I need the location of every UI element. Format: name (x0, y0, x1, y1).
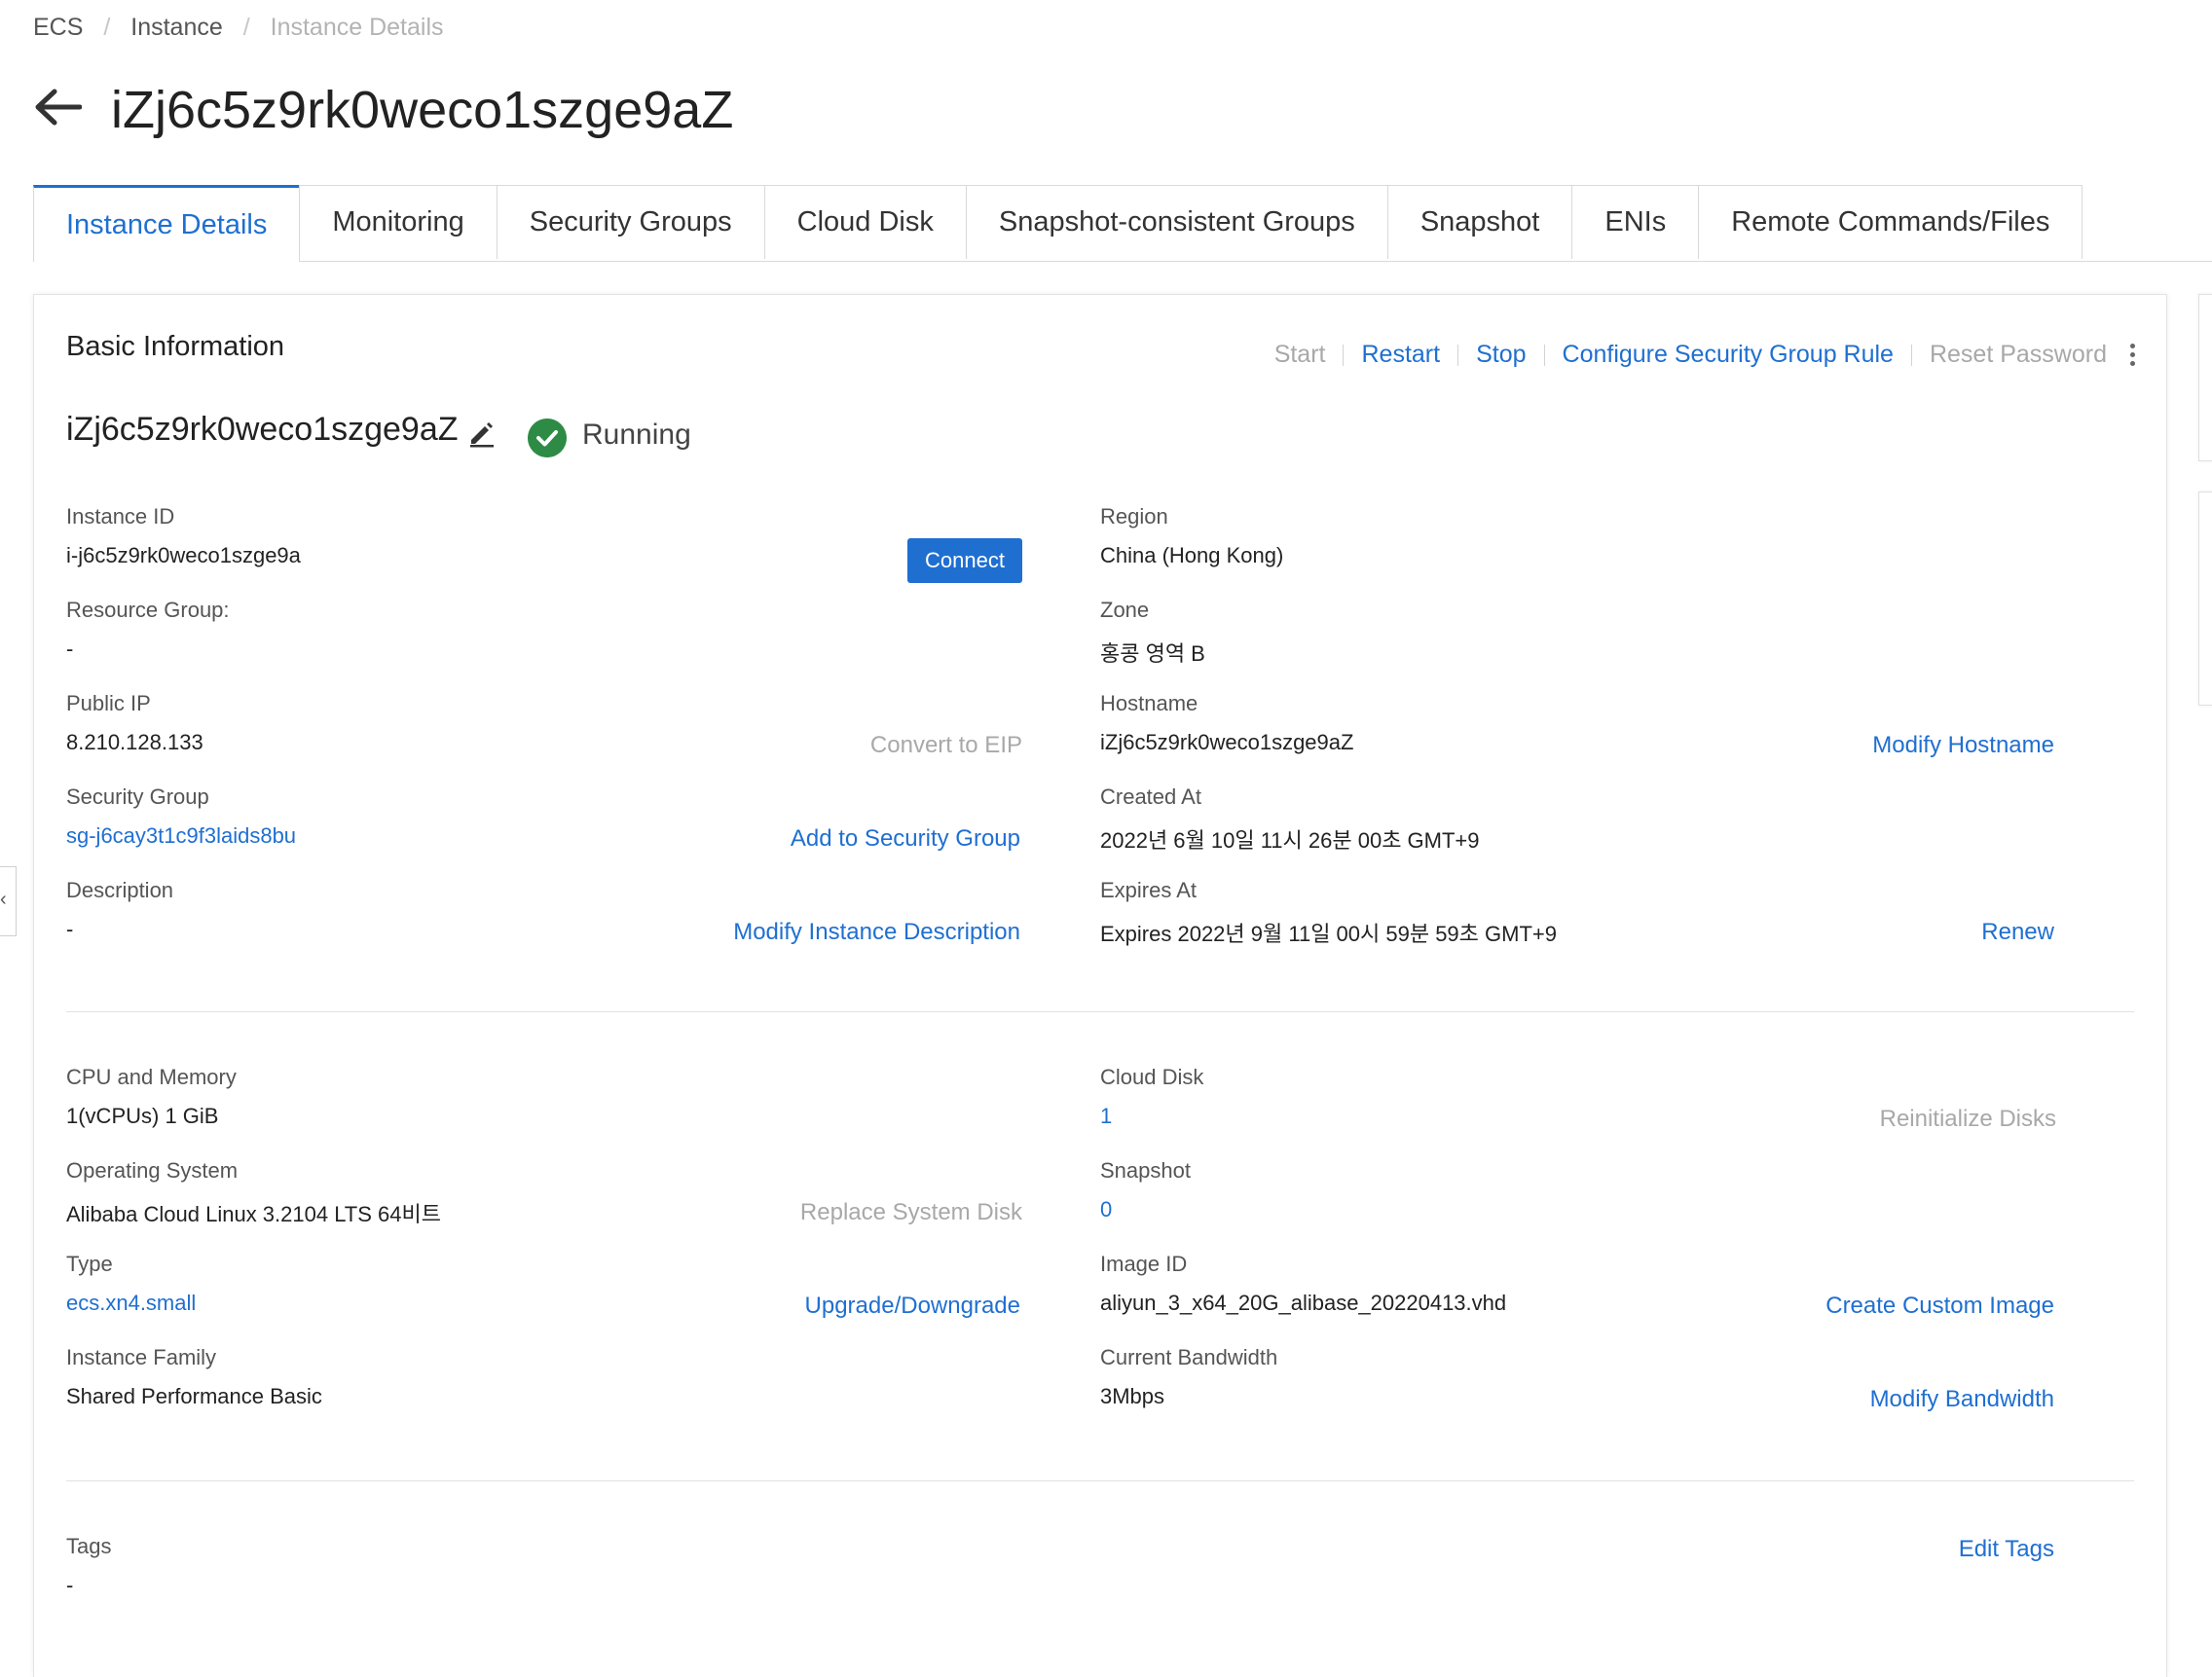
connect-button[interactable]: Connect (907, 538, 1022, 583)
tab-cloud-disk[interactable]: Cloud Disk (763, 185, 967, 259)
modify-instance-description-button[interactable]: Modify Instance Description (733, 919, 1020, 946)
created-at-label: Created At (1100, 784, 1201, 809)
action-divider (1457, 344, 1459, 366)
instance-family-value: Shared Performance Basic (66, 1384, 322, 1408)
current-bandwidth-label: Current Bandwidth (1100, 1345, 1278, 1369)
security-group-label: Security Group (66, 784, 209, 809)
reinitialize-disks-button[interactable]: Reinitialize Disks (1880, 1106, 2056, 1133)
tags-value: - (66, 1573, 74, 1597)
zone-value: 홍콩 영역 B (1100, 641, 1205, 666)
expires-at-value: Expires 2022년 9월 11일 00시 59분 59초 GMT+9 (1100, 922, 1557, 946)
breadcrumb-current: Instance Details (270, 14, 444, 41)
tab-remote-commands[interactable]: Remote Commands/Files (1698, 185, 2083, 259)
page-title: iZj6c5z9rk0weco1szge9aZ (111, 81, 734, 139)
region-label: Region (1100, 504, 1168, 529)
instance-id-label: Instance ID (66, 504, 175, 529)
modify-bandwidth-button[interactable]: Modify Bandwidth (1870, 1386, 2054, 1413)
created-at-value: 2022년 6월 10일 11시 26분 00초 GMT+9 (1100, 828, 1480, 853)
snapshot-count-link[interactable]: 0 (1100, 1197, 1112, 1222)
description-label: Description (66, 878, 174, 902)
description-value: - (66, 917, 74, 941)
public-ip-value: 8.210.128.133 (66, 730, 203, 754)
security-group-link[interactable]: sg-j6cay3t1c9f3laids8bu (66, 823, 296, 849)
right-panel-handle[interactable] (2198, 492, 2212, 706)
right-panel-handle[interactable] (2198, 294, 2212, 461)
instance-name: iZj6c5z9rk0weco1szge9aZ (66, 411, 459, 448)
snapshot-label: Snapshot (1100, 1158, 1191, 1183)
create-custom-image-button[interactable]: Create Custom Image (1825, 1293, 2054, 1320)
current-bandwidth-value: 3Mbps (1100, 1384, 1165, 1408)
public-ip-label: Public IP (66, 691, 151, 715)
cpu-memory-label: CPU and Memory (66, 1065, 237, 1089)
action-divider (1543, 344, 1545, 366)
configure-security-group-rule-button[interactable]: Configure Security Group Rule (1563, 341, 1894, 369)
region-value: China (Hong Kong) (1100, 543, 1284, 567)
edit-tags-button[interactable]: Edit Tags (1959, 1536, 2054, 1563)
breadcrumb-separator: / (242, 14, 250, 41)
tab-bar: Instance Details Monitoring Security Gro… (33, 185, 2212, 262)
chevron-left-icon: ‹ (0, 889, 7, 910)
tab-snapshot-consistent-groups[interactable]: Snapshot-consistent Groups (965, 185, 1388, 259)
resource-group-value: - (66, 637, 74, 661)
cloud-disk-label: Cloud Disk (1100, 1065, 1204, 1089)
instance-family-label: Instance Family (66, 1345, 217, 1369)
action-divider (1910, 344, 1912, 366)
instance-actions: Start Restart Stop Configure Security Gr… (1274, 341, 2136, 369)
section-divider (66, 1011, 2134, 1012)
tab-instance-details[interactable]: Instance Details (33, 185, 301, 262)
tab-monitoring[interactable]: Monitoring (299, 185, 498, 259)
breadcrumb-separator: / (103, 14, 111, 41)
instance-id-value: i-j6c5z9rk0weco1szge9a (66, 543, 301, 567)
reset-password-button[interactable]: Reset Password (1930, 341, 2107, 369)
cloud-disk-count-link[interactable]: 1 (1100, 1104, 1112, 1129)
sidebar-collapse-handle[interactable]: ‹ (0, 866, 17, 936)
operating-system-label: Operating System (66, 1158, 239, 1183)
basic-info-panel (33, 294, 2167, 1677)
tags-label: Tags (66, 1534, 112, 1558)
hostname-label: Hostname (1100, 691, 1198, 715)
stop-button[interactable]: Stop (1476, 341, 1526, 369)
hostname-value: iZj6c5z9rk0weco1szge9aZ (1100, 730, 1354, 754)
renew-button[interactable]: Renew (1981, 919, 2054, 946)
edit-pencil-icon[interactable] (467, 419, 497, 448)
image-id-value: aliyun_3_x64_20G_alibase_20220413.vhd (1100, 1291, 1507, 1315)
zone-label: Zone (1100, 598, 1150, 622)
cpu-memory-value: 1(vCPUs) 1 GiB (66, 1104, 219, 1128)
tab-enis[interactable]: ENIs (1571, 185, 1700, 259)
expires-at-label: Expires At (1100, 878, 1198, 902)
start-button[interactable]: Start (1274, 341, 1326, 369)
operating-system-value: Alibaba Cloud Linux 3.2104 LTS 64비트 (66, 1202, 441, 1226)
status-badge: Running (582, 419, 691, 451)
section-title: Basic Information (66, 331, 285, 362)
running-status-icon (528, 419, 567, 457)
replace-system-disk-button[interactable]: Replace System Disk (800, 1199, 1022, 1226)
breadcrumb-instance[interactable]: Instance (130, 14, 223, 41)
convert-to-eip-button[interactable]: Convert to EIP (870, 732, 1022, 759)
instance-type-link[interactable]: ecs.xn4.small (66, 1291, 196, 1316)
back-arrow-icon[interactable] (33, 88, 82, 127)
tab-security-groups[interactable]: Security Groups (496, 185, 765, 259)
image-id-label: Image ID (1100, 1252, 1188, 1276)
section-divider (66, 1480, 2134, 1481)
resource-group-label: Resource Group: (66, 598, 230, 622)
restart-button[interactable]: Restart (1361, 341, 1440, 369)
breadcrumb-ecs[interactable]: ECS (33, 14, 83, 41)
tab-snapshot[interactable]: Snapshot (1386, 185, 1573, 259)
more-actions-icon[interactable] (2128, 344, 2136, 366)
upgrade-downgrade-button[interactable]: Upgrade/Downgrade (805, 1293, 1020, 1320)
type-label: Type (66, 1252, 113, 1276)
modify-hostname-button[interactable]: Modify Hostname (1872, 732, 2054, 759)
action-divider (1343, 344, 1345, 366)
breadcrumb: ECS / Instance / Instance Details (33, 14, 444, 42)
add-to-security-group-button[interactable]: Add to Security Group (791, 825, 1020, 853)
